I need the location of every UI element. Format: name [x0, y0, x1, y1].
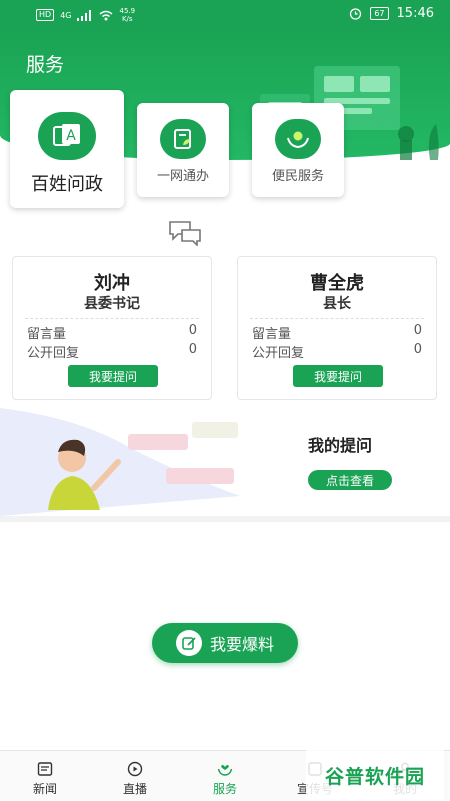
service-label: 一网通办: [156, 169, 209, 184]
status-left: HD 4G 45.9 K/s: [36, 7, 135, 23]
report-tip-button[interactable]: 我要爆料: [152, 623, 298, 663]
status-right: 67 15:46: [349, 6, 434, 21]
document-leaf-icon: [160, 119, 206, 159]
leader-card-secretary: 刘冲 县委书记 留言量 0 公开回复 0 我要提问: [12, 256, 212, 400]
person-illustration: [0, 408, 240, 516]
service-label: 百姓问政: [31, 174, 103, 195]
alarm-icon: [350, 8, 362, 20]
chat-bubbles-icon: [169, 221, 201, 246]
service-heart-icon: [217, 765, 233, 776]
service-card-convenience[interactable]: 便民服务: [252, 103, 344, 197]
leader-card-county-head: 曹全虎 县长 留言量 0 公开回复 0 我要提问: [237, 256, 437, 400]
status-bar: HD 4G 45.9 K/s 67 15:46: [0, 0, 450, 28]
leader-name: 刘冲: [94, 273, 130, 294]
edit-icon: [175, 630, 202, 656]
my-questions-title: 我的提问: [308, 436, 373, 455]
divider: [25, 318, 199, 319]
ask-question-button[interactable]: 我要提问: [293, 365, 383, 387]
clock: 15:46: [396, 6, 434, 21]
hands-heart-icon: [275, 119, 321, 159]
live-icon: [127, 761, 143, 777]
leader-title: 县委书记: [84, 296, 140, 312]
stat-public-replies: 公开回复 0: [252, 342, 422, 361]
my-questions-section: 我的提问 点击查看: [0, 408, 450, 518]
ask-letter-icon: A: [38, 112, 96, 160]
view-questions-button[interactable]: 点击查看: [308, 470, 392, 490]
leader-name: 曹全虎: [310, 273, 364, 294]
hd-badge: HD: [36, 9, 55, 21]
tab-service[interactable]: 服务: [180, 751, 270, 801]
section-separator: [0, 516, 450, 522]
tab-live[interactable]: 直播: [90, 751, 180, 801]
svg-text:A: A: [66, 128, 76, 144]
wifi-icon: [100, 10, 113, 20]
news-icon: [37, 762, 53, 776]
ask-question-button[interactable]: 我要提问: [68, 365, 158, 387]
network-speed: 45.9 K/s: [119, 7, 136, 23]
watermark: 谷普软件园: [306, 750, 444, 800]
service-card-citizen-inquiry[interactable]: A 百姓问政: [10, 90, 124, 208]
leader-title: 县长: [323, 296, 351, 312]
stat-messages: 留言量 0: [252, 323, 422, 342]
signal-icon: 4G: [60, 10, 72, 20]
stat-public-replies: 公开回复 0: [27, 342, 197, 361]
service-label: 便民服务: [271, 169, 324, 184]
page-title: 服务: [26, 54, 65, 76]
signal-bars-icon: [77, 9, 92, 21]
report-label: 我要爆料: [209, 635, 274, 654]
stat-messages: 留言量 0: [27, 323, 197, 342]
divider: [250, 318, 424, 319]
service-card-one-stop[interactable]: 一网通办: [137, 103, 229, 197]
tab-news[interactable]: 新闻: [0, 751, 90, 801]
battery-indicator: 67: [370, 7, 389, 20]
